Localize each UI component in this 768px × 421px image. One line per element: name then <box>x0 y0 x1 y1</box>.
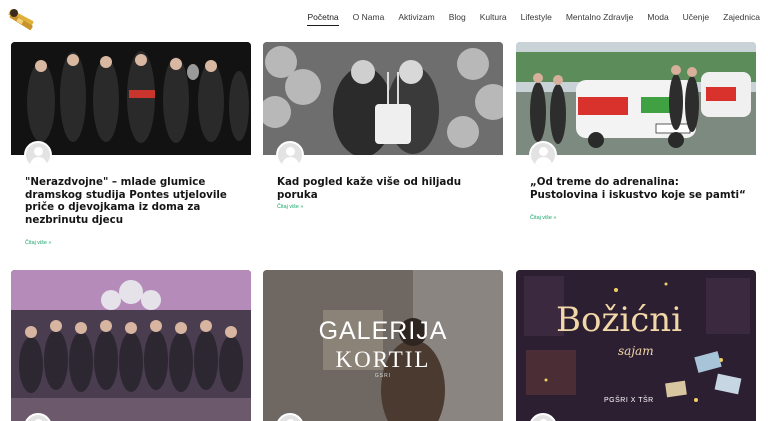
read-more-link[interactable]: Čitaj više » <box>277 204 303 210</box>
nav-item-mentalno-zdravlje[interactable]: Mentalno Zdravlje <box>566 12 634 26</box>
christmas-fair-organizers: PGŠRI X TŠR <box>604 397 654 404</box>
post-card: "Nerazdvojne" – mlade glumice dramskog s… <box>11 42 251 252</box>
post-card: Kad pogled kaže više od hiljadu poruka Č… <box>263 42 503 227</box>
nav-item-o-nama[interactable]: O Nama <box>353 12 385 26</box>
post-image[interactable] <box>11 270 251 421</box>
author-avatar[interactable] <box>24 141 52 169</box>
author-avatar[interactable] <box>529 141 557 169</box>
post-title[interactable]: Kad pogled kaže više od hiljadu poruka <box>277 176 497 201</box>
nav-item-aktivizam[interactable]: Aktivizam <box>398 12 434 26</box>
gallery-subtitle: KORTIL <box>335 347 431 372</box>
gallery-title: GALERIJA <box>318 317 448 345</box>
read-more-link[interactable]: Čitaj više » <box>530 215 556 221</box>
nav-item-kultura[interactable]: Kultura <box>480 12 507 26</box>
nav-item-ucenje[interactable]: Učenje <box>683 12 709 26</box>
christmas-fair-subtitle: sajam <box>618 344 654 358</box>
nav-item-moda[interactable]: Moda <box>647 12 668 26</box>
post-card: GALERIJA KORTIL GSRI <box>263 270 503 421</box>
post-card <box>11 270 251 421</box>
nav-item-blog[interactable]: Blog <box>449 12 466 26</box>
site-logo[interactable] <box>5 5 37 35</box>
post-title[interactable]: "Nerazdvojne" – mlade glumice dramskog s… <box>25 176 245 226</box>
nav-item-zajednica[interactable]: Zajednica <box>723 12 760 26</box>
post-image[interactable] <box>11 42 251 155</box>
gallery-caption: GSRI <box>374 373 392 379</box>
post-title[interactable]: „Od treme do adrenalina: Pustolovina i i… <box>530 176 750 201</box>
author-avatar[interactable] <box>276 141 304 169</box>
post-image[interactable]: Božićni sajam PGŠRI X TŠR <box>516 270 756 421</box>
nav-item-pocetna[interactable]: Početna <box>307 12 339 26</box>
site-header: Početna O Nama Aktivizam Blog Kultura Li… <box>0 0 768 42</box>
post-card: Božićni sajam PGŠRI X TŠR <box>516 270 756 421</box>
nav-item-lifestyle[interactable]: Lifestyle <box>521 12 552 26</box>
post-image[interactable] <box>516 42 756 155</box>
post-card: „Od treme do adrenalina: Pustolovina i i… <box>516 42 756 227</box>
main-nav: Početna O Nama Aktivizam Blog Kultura Li… <box>307 0 760 38</box>
christmas-fair-title: Božićni <box>556 300 683 340</box>
post-image[interactable]: GALERIJA KORTIL GSRI <box>263 270 503 421</box>
post-image[interactable] <box>263 42 503 155</box>
read-more-link[interactable]: Čitaj više » <box>25 240 51 246</box>
